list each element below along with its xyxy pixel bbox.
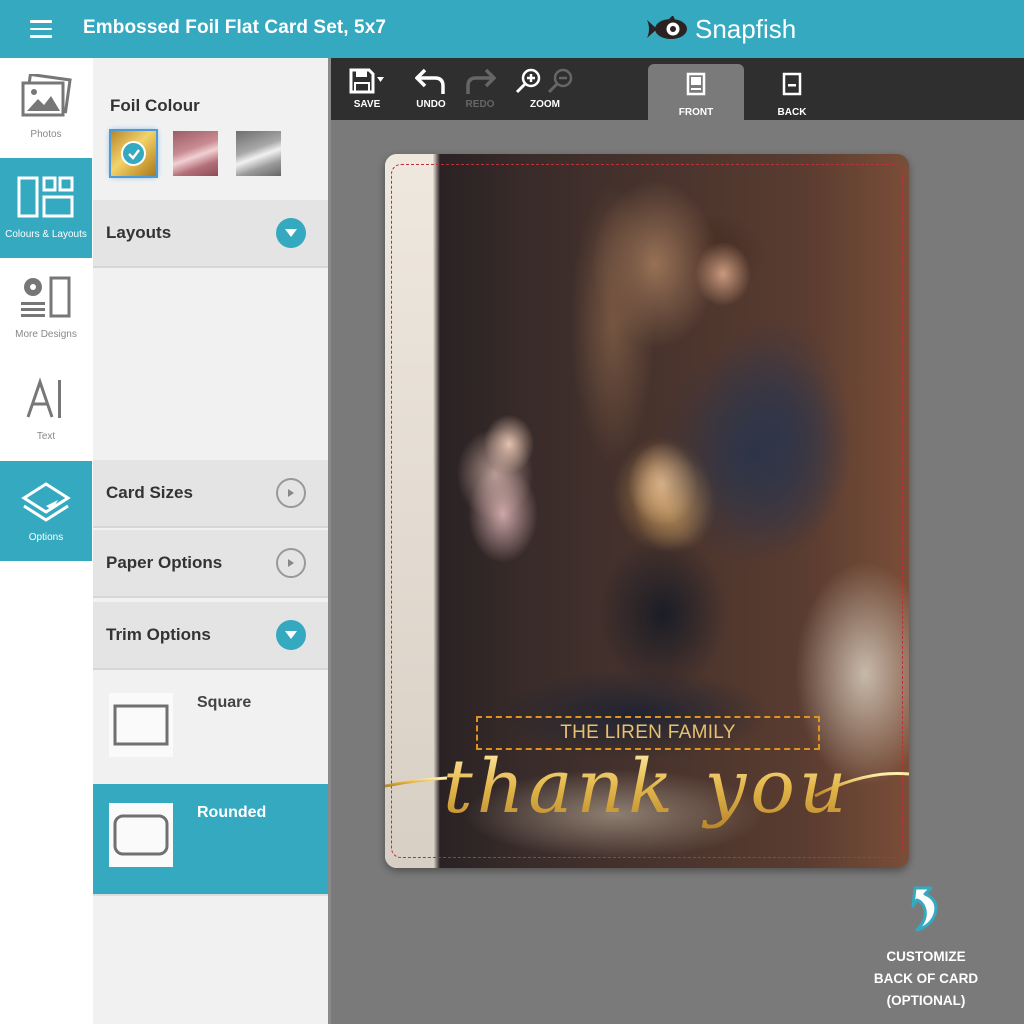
foil-swatch-gold[interactable] — [111, 131, 156, 176]
undo-button[interactable]: UNDO — [415, 66, 447, 110]
section-paper-options[interactable]: Paper Options — [93, 530, 328, 598]
customize-line-1: CUSTOMIZE — [874, 946, 978, 968]
rail-item-colours-layouts[interactable]: Colours & Layouts — [0, 158, 92, 258]
customize-back-link[interactable]: CUSTOMIZE BACK OF CARD (OPTIONAL) — [851, 886, 1001, 1012]
card-front-icon — [686, 72, 706, 96]
undo-label: UNDO — [416, 99, 445, 110]
rail-item-photos[interactable]: Photos — [0, 58, 92, 158]
redo-icon — [464, 68, 496, 94]
square-trim-icon — [109, 693, 173, 757]
card-front-preview[interactable]: THE LIREN FAMILY thank you — [385, 154, 909, 868]
customize-back-text: CUSTOMIZE BACK OF CARD (OPTIONAL) — [874, 946, 978, 1012]
check-icon — [121, 141, 146, 166]
tab-label: BACK — [778, 107, 807, 118]
tab-label: FRONT — [679, 107, 713, 118]
chevron-right-icon[interactable] — [276, 478, 306, 508]
rail-item-options[interactable]: Options — [0, 461, 92, 561]
top-bar: Embossed Foil Flat Card Set, 5x7 Snapfis… — [0, 0, 1024, 58]
text-icon — [24, 377, 68, 421]
rail-item-more-designs[interactable]: More Designs — [0, 258, 92, 358]
zoom-label: ZOOM — [530, 99, 560, 110]
redo-label: REDO — [466, 99, 495, 110]
redo-button[interactable]: REDO — [464, 66, 496, 110]
customize-line-3: (OPTIONAL) — [874, 990, 978, 1012]
rail-label: Text — [37, 431, 55, 442]
rail-label: Photos — [30, 129, 61, 140]
editor-toolbar: SAVE UNDO REDO — [331, 58, 1024, 120]
family-name-textbox[interactable]: THE LIREN FAMILY — [476, 716, 820, 750]
foil-colour-label: Foil Colour — [110, 96, 200, 116]
design-canvas: THE LIREN FAMILY thank you CUSTOMIZE BAC… — [331, 120, 1024, 1024]
tool-rail: Photos Colours & Layouts More Designs — [0, 58, 93, 1024]
hamburger-icon[interactable] — [30, 20, 52, 38]
tab-front[interactable]: FRONT — [648, 64, 744, 120]
photo-window-light — [385, 154, 433, 868]
divider — [93, 894, 330, 896]
fish-icon — [645, 16, 689, 42]
family-name-text: THE LIREN FAMILY — [560, 722, 735, 744]
brand-logo[interactable]: Snapfish — [645, 13, 796, 45]
product-title: Embossed Foil Flat Card Set, 5x7 — [83, 17, 386, 39]
trim-option-rounded[interactable]: Rounded — [93, 784, 330, 894]
customize-line-2: BACK OF CARD — [874, 968, 978, 990]
options-icon — [20, 478, 72, 522]
zoom-controls: ZOOM — [515, 66, 575, 110]
chevron-down-icon[interactable] — [276, 218, 306, 248]
curved-arrow-icon — [909, 886, 943, 932]
rail-label: Colours & Layouts — [5, 229, 87, 240]
rail-item-text[interactable]: Text — [0, 360, 92, 460]
zoom-out-icon[interactable] — [547, 68, 575, 94]
rail-label: More Designs — [15, 329, 77, 340]
section-title: Paper Options — [106, 553, 222, 573]
zoom-in-icon[interactable] — [515, 68, 543, 94]
save-icon — [349, 68, 385, 94]
designs-icon — [18, 275, 74, 319]
undo-icon — [415, 68, 447, 94]
photos-icon — [20, 74, 72, 120]
chevron-down-icon[interactable] — [276, 620, 306, 650]
chevron-right-icon[interactable] — [276, 548, 306, 578]
section-trim-options[interactable]: Trim Options — [93, 602, 328, 670]
foil-swatch-silver[interactable] — [236, 131, 281, 176]
tab-back[interactable]: BACK — [744, 64, 840, 120]
card-back-icon — [782, 72, 802, 96]
layouts-icon — [17, 176, 75, 218]
trim-label: Rounded — [197, 804, 266, 822]
section-title: Card Sizes — [106, 483, 193, 503]
save-button[interactable]: SAVE — [349, 66, 385, 110]
family-photo[interactable] — [433, 154, 909, 868]
trim-option-square[interactable]: Square — [93, 674, 330, 784]
section-title: Layouts — [106, 223, 171, 243]
section-card-sizes[interactable]: Card Sizes — [93, 460, 328, 528]
section-layouts[interactable]: Layouts — [93, 200, 328, 268]
foil-swatch-rose-gold[interactable] — [173, 131, 218, 176]
rail-label: Options — [29, 532, 63, 543]
section-title: Trim Options — [106, 625, 211, 645]
trim-label: Square — [197, 694, 251, 712]
rounded-trim-icon — [109, 803, 173, 867]
save-label: SAVE — [354, 99, 381, 110]
options-panel: Foil Colour Layouts Card Sizes Paper Opt… — [93, 58, 330, 1024]
brand-name: Snapfish — [695, 14, 796, 45]
